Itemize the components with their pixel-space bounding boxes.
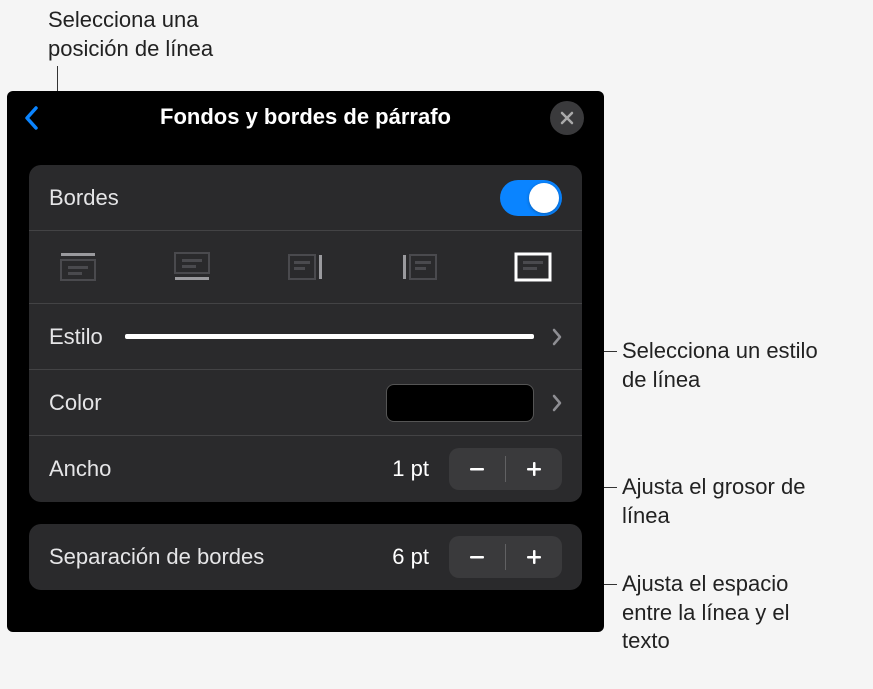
offset-decrement[interactable] (449, 536, 505, 578)
offset-row: Separación de bordes 6 pt (29, 524, 582, 590)
border-position-all[interactable] (512, 249, 554, 285)
width-stepper (449, 448, 562, 490)
style-preview (125, 334, 534, 339)
border-all-icon (512, 249, 554, 285)
callout-width: Ajusta el grosor de línea (622, 473, 832, 530)
border-right-icon (285, 249, 327, 285)
callout-style: Selecciona un estilo de línea (622, 337, 822, 394)
borders-label: Bordes (49, 185, 119, 211)
toggle-knob (529, 183, 559, 213)
border-bottom-icon (171, 249, 213, 285)
width-row: Ancho 1 pt (29, 436, 582, 502)
border-position-bottom[interactable] (171, 249, 213, 285)
style-label: Estilo (49, 324, 103, 350)
borders-background-panel: Fondos y bordes de párrafo Bordes (7, 91, 604, 632)
borders-section: Bordes (29, 165, 582, 502)
close-icon (559, 110, 575, 126)
callout-position: Selecciona una posición de línea (48, 6, 248, 63)
chevron-right-icon (552, 328, 562, 346)
border-position-top[interactable] (57, 249, 99, 285)
panel-title: Fondos y bordes de párrafo (160, 104, 451, 130)
border-position-left[interactable] (398, 249, 440, 285)
minus-icon (467, 459, 487, 479)
offset-value: 6 pt (392, 544, 429, 570)
width-value: 1 pt (392, 456, 429, 482)
back-button[interactable] (23, 105, 39, 136)
chevron-left-icon (23, 105, 39, 131)
border-position-right[interactable] (285, 249, 327, 285)
border-left-icon (398, 249, 440, 285)
offset-stepper (449, 536, 562, 578)
color-label: Color (49, 390, 102, 416)
border-top-icon (57, 249, 99, 285)
callout-offset: Ajusta el espacio entre la línea y el te… (622, 570, 842, 656)
borders-toggle-row: Bordes (29, 165, 582, 231)
border-position-row (29, 231, 582, 304)
width-label: Ancho (49, 456, 111, 482)
offset-section: Separación de bordes 6 pt (29, 524, 582, 590)
color-row[interactable]: Color (29, 370, 582, 436)
offset-label: Separación de bordes (49, 544, 264, 570)
width-decrement[interactable] (449, 448, 505, 490)
style-row[interactable]: Estilo (29, 304, 582, 370)
chevron-right-icon (552, 394, 562, 412)
minus-icon (467, 547, 487, 567)
width-increment[interactable] (506, 448, 562, 490)
color-swatch[interactable] (386, 384, 534, 422)
plus-icon (524, 547, 544, 567)
close-button[interactable] (550, 101, 584, 135)
borders-toggle[interactable] (500, 180, 562, 216)
panel-header: Fondos y bordes de párrafo (7, 91, 604, 143)
offset-increment[interactable] (506, 536, 562, 578)
plus-icon (524, 459, 544, 479)
